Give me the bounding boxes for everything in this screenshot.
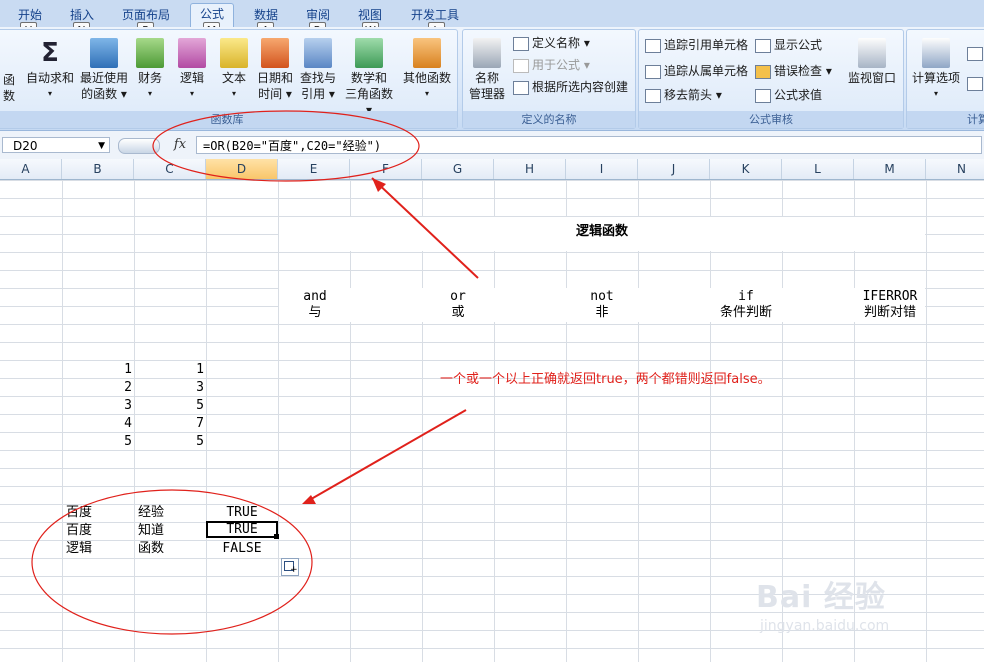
arrow-to-formula: [371, 177, 479, 279]
arrow-to-results: [305, 409, 467, 503]
annotation-overlay: [31, 110, 479, 635]
results-highlight-ellipse: [31, 489, 313, 635]
formula-highlight-ellipse: [152, 110, 420, 182]
